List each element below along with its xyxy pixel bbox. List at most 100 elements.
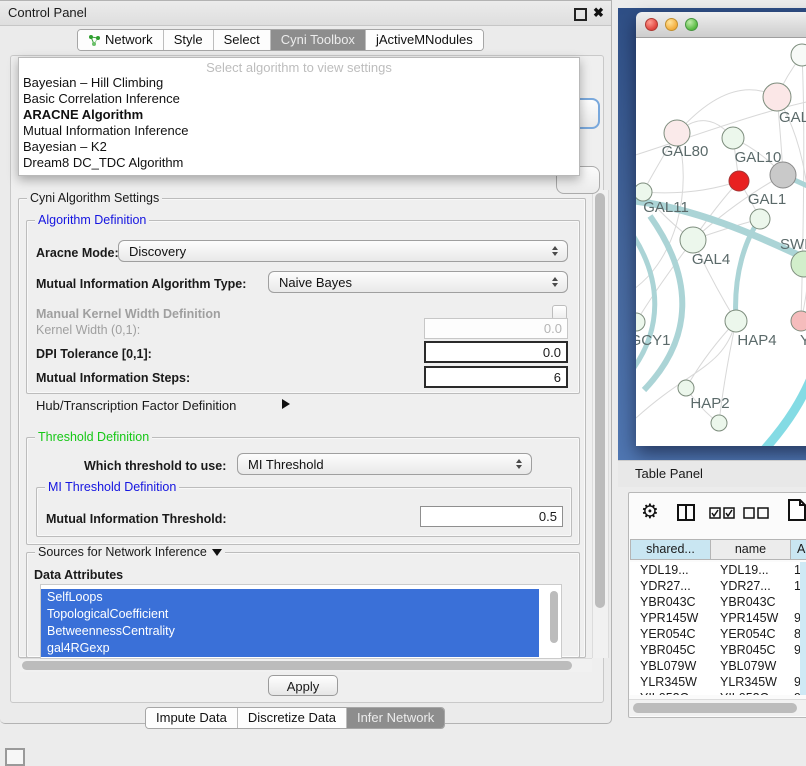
network-node[interactable] [711,415,727,431]
which-threshold-select[interactable]: MI Threshold [237,453,532,475]
list-item-topologicalcoefficient[interactable]: TopologicalCoefficient [41,606,539,623]
selected-column-highlight [800,562,806,695]
zoom-traffic-light-icon[interactable] [685,18,698,31]
menu-item-dream8[interactable]: Dream8 DC_TDC Algorithm [23,155,183,171]
network-node[interactable] [791,44,806,66]
expand-arrow-icon[interactable] [282,399,290,409]
table-row[interactable]: YBR043CYBR043C [630,594,806,610]
minimize-traffic-light-icon[interactable] [665,18,678,31]
table-row[interactable]: YBR045CYBR045C9. [630,642,806,658]
node-label: GAL11 [643,199,689,216]
tab-discretize-data[interactable]: Discretize Data [238,708,347,728]
unchecked-boxes-icon[interactable] [743,507,769,519]
settings-horizontal-scrollbar[interactable] [20,658,592,672]
table-row[interactable]: YDL19...YDL19...13 [630,562,806,578]
network-canvas[interactable]: GAL GAL80 GAL10 GAL11 GAL1 SWI4 GAL4 GCY… [636,38,806,446]
network-node-hap4[interactable] [725,310,747,332]
kernel-width-field[interactable]: 0.0 [424,318,568,339]
spinner-arrows-icon [552,246,558,256]
table-horizontal-scrollbar[interactable] [629,699,806,716]
minimized-panel-icon[interactable] [5,748,25,766]
column-header-a[interactable]: A [791,539,806,560]
collapse-arrow-icon[interactable] [212,549,222,556]
checked-boxes-icon[interactable] [709,507,735,519]
tab-style-label: Style [174,30,203,50]
tab-jactivemnodules[interactable]: jActiveMNodules [366,30,483,50]
which-threshold-value: MI Threshold [238,457,324,472]
spinner-arrows-icon [552,277,558,287]
table-panel: ⚙ shared... name A YDL19...YDL19...13 YD… [628,492,806,718]
document-icon[interactable] [787,499,806,521]
apply-button[interactable]: Apply [268,675,338,696]
columns-icon[interactable] [677,504,695,521]
menu-item-bayesian-hill-climbing[interactable]: Bayesian – Hill Climbing [23,75,163,91]
network-node-gal1[interactable] [750,209,770,229]
network-node-gal4[interactable] [680,227,706,253]
settings-vertical-scrollbar[interactable] [592,190,609,658]
tab-network[interactable]: Network [78,30,164,50]
list-item-selfloops[interactable]: SelfLoops [41,589,539,606]
list-item-gal4rgexp[interactable]: gal4RGexp [41,640,539,657]
tab-cyni-toolbox[interactable]: Cyni Toolbox [271,30,366,50]
screen: { "window": { "title": "Control Panel", … [0,0,806,762]
tab-select[interactable]: Select [214,30,271,50]
table-row[interactable]: YER054CYER054C8. [630,626,806,642]
table-horizontal-scrollbar-thumb[interactable] [633,703,797,713]
dpi-tolerance-field[interactable]: 0.0 [424,341,568,363]
tab-impute-data[interactable]: Impute Data [146,708,238,728]
sources-group-title: Sources for Network Inference [38,545,207,559]
sources-group-title-wrap[interactable]: Sources for Network Inference [35,545,225,559]
menu-item-mutual-information[interactable]: Mutual Information Inference [23,123,188,139]
algorithm-menu-placeholder: Select algorithm to view settings [19,60,579,75]
column-header-shared-name[interactable]: shared... [630,539,711,560]
network-node-gcy1[interactable] [636,313,645,331]
network-node-gal10[interactable] [722,127,744,149]
node-label: GAL [779,109,806,126]
kernel-width-label: Kernel Width (0,1): [36,323,140,337]
settings-horizontal-scrollbar-thumb[interactable] [22,661,572,670]
window-title: Control Panel [8,1,87,25]
mi-threshold-field[interactable]: 0.5 [420,506,563,527]
column-header-name[interactable]: name [711,539,791,560]
table-row[interactable]: YDR27...YDR27...12 [630,578,806,594]
cell-shared: YDL19... [630,562,710,578]
cell-name: YPR145W [710,610,790,626]
settings-group-title: Cyni Algorithm Settings [27,191,162,205]
data-attributes-list: SelfLoops TopologicalCoefficient Between… [40,584,562,659]
mi-steps-field[interactable]: 6 [424,366,568,388]
network-node-hap2[interactable] [678,380,694,396]
network-window-titlebar[interactable] [636,12,806,38]
table-row[interactable]: YBL079WYBL079W [630,658,806,674]
node-label: Y [800,332,806,349]
settings-vertical-scrollbar-thumb[interactable] [595,193,605,608]
close-traffic-light-icon[interactable] [645,18,658,31]
cell-shared: YBR045C [630,642,710,658]
menu-item-basic-correlation[interactable]: Basic Correlation Inference [23,91,180,107]
network-node-pink[interactable] [791,311,806,331]
tab-network-label: Network [105,30,153,50]
which-threshold-label: Which threshold to use: [84,459,226,473]
list-scrollbar-thumb[interactable] [550,591,558,643]
close-icon[interactable]: ✖ [593,5,604,21]
tab-cyni-toolbox-label: Cyni Toolbox [281,30,355,50]
menu-item-bayesian-k2[interactable]: Bayesian – K2 [23,139,107,155]
float-window-icon[interactable] [574,8,587,21]
tab-infer-network[interactable]: Infer Network [347,708,444,728]
hub-section-label[interactable]: Hub/Transcription Factor Definition [36,398,236,413]
network-node-red[interactable] [729,171,749,191]
menu-item-aracne[interactable]: ARACNE Algorithm [23,107,143,123]
network-node[interactable] [763,83,791,111]
list-item-betweennesscentrality[interactable]: BetweennessCentrality [41,623,539,640]
mi-type-select[interactable]: Naive Bayes [268,271,568,293]
aracne-mode-select[interactable]: Discovery [118,240,568,262]
table-row[interactable]: YLR345WYLR345W9. [630,674,806,690]
tab-style[interactable]: Style [164,30,214,50]
tab-select-label: Select [224,30,260,50]
table-row[interactable]: YPR145WYPR145W9. [630,610,806,626]
tab-jactivemnodules-label: jActiveMNodules [376,30,473,50]
table-row[interactable]: YIL052CYIL052C9 [630,690,806,695]
cell-shared: YLR345W [630,674,710,690]
control-panel-titlebar[interactable]: Control Panel ✖ [0,1,611,26]
gear-icon[interactable]: ⚙ [641,499,659,523]
mi-threshold-group-title: MI Threshold Definition [45,480,179,494]
